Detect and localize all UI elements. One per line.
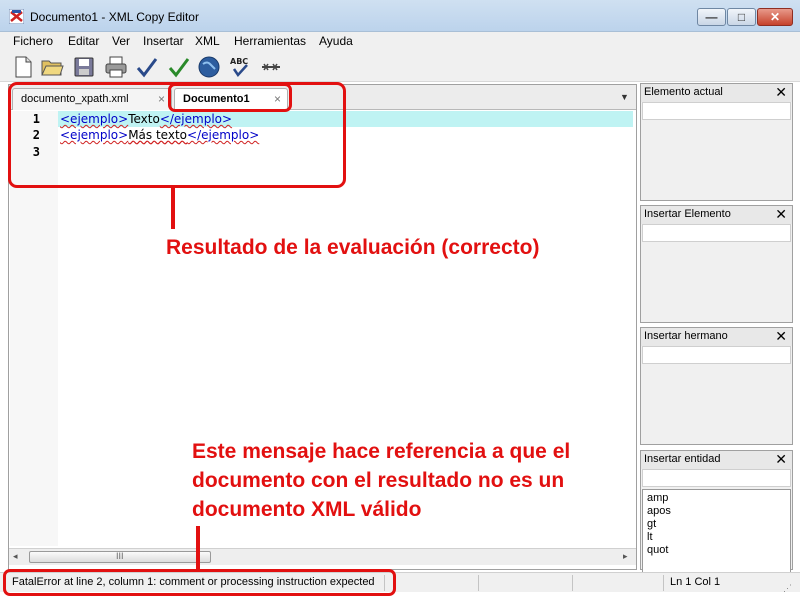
- panel-header: Elemento actual ✕: [641, 84, 792, 102]
- maximize-icon: □: [737, 10, 746, 24]
- annotation-line: documento XML válido: [192, 498, 422, 521]
- panel-title: Elemento actual: [644, 86, 723, 98]
- annotation-line: Este mensaje hace referencia a que el: [192, 440, 571, 463]
- save-icon[interactable]: [72, 55, 96, 79]
- validate-icon[interactable]: [167, 55, 191, 79]
- panel-field[interactable]: [642, 469, 791, 487]
- menu-insertar[interactable]: Insertar: [143, 34, 184, 48]
- window-title: Documento1 - XML Copy Editor: [30, 10, 199, 24]
- panel-title: Insertar Elemento: [644, 208, 731, 220]
- active-tab-highlight-box: [168, 83, 292, 112]
- panel-header: Insertar hermano ✕: [641, 328, 792, 346]
- panel-field[interactable]: [642, 224, 791, 242]
- minimize-button[interactable]: —: [697, 8, 726, 26]
- list-item[interactable]: lt: [647, 531, 653, 543]
- panel-field[interactable]: [642, 102, 791, 120]
- menu-editar[interactable]: Editar: [68, 34, 99, 48]
- browser-icon[interactable]: [197, 55, 221, 79]
- menu-ayuda[interactable]: Ayuda: [319, 34, 353, 48]
- menu-xml[interactable]: XML: [195, 34, 220, 48]
- panel-header: Insertar Elemento ✕: [641, 206, 792, 224]
- entity-list[interactable]: amp apos gt lt quot: [642, 489, 791, 581]
- status-divider: [572, 575, 573, 591]
- annotation-line: documento con el resultado no es un: [192, 469, 565, 492]
- app-icon: [8, 8, 25, 25]
- xpath-icon[interactable]: [259, 55, 283, 79]
- print-icon[interactable]: [104, 55, 128, 79]
- close-icon: ✕: [769, 10, 781, 24]
- tab-list-dropdown-icon[interactable]: ▼: [620, 92, 629, 102]
- horizontal-scrollbar[interactable]: ◂ III ▸: [9, 548, 636, 565]
- status-divider: [663, 575, 664, 591]
- open-folder-icon[interactable]: [40, 55, 64, 79]
- scroll-right-icon[interactable]: ▸: [623, 551, 628, 562]
- list-item[interactable]: gt: [647, 518, 656, 530]
- panel-insertar-hermano: Insertar hermano ✕: [640, 327, 793, 445]
- panel-insertar-entidad: Insertar entidad ✕ amp apos gt lt quot: [640, 450, 793, 581]
- annotation-connector: [171, 187, 175, 229]
- menu-bar: Fichero Editar Ver Insertar XML Herramie…: [0, 32, 800, 52]
- menu-ver[interactable]: Ver: [112, 34, 130, 48]
- scroll-left-icon[interactable]: ◂: [13, 551, 18, 562]
- minimize-icon: —: [705, 10, 718, 24]
- scrollbar-thumb[interactable]: III: [29, 551, 211, 563]
- menu-fichero[interactable]: Fichero: [13, 34, 53, 48]
- new-document-icon[interactable]: [11, 55, 35, 79]
- close-icon[interactable]: ✕: [775, 451, 787, 468]
- close-icon[interactable]: ✕: [775, 84, 787, 101]
- error-annotation: Este mensaje hace referencia a que el do…: [192, 437, 570, 524]
- list-item[interactable]: apos: [647, 505, 671, 517]
- svg-text:ABC: ABC: [230, 57, 248, 66]
- annotation-connector: [196, 526, 200, 570]
- panel-elemento-actual: Elemento actual ✕: [640, 83, 793, 201]
- maximize-button[interactable]: □: [727, 8, 756, 26]
- spellcheck-icon[interactable]: ABC: [228, 55, 252, 79]
- panel-title: Insertar entidad: [644, 453, 721, 465]
- close-icon[interactable]: ✕: [775, 206, 787, 223]
- panel-title: Insertar hermano: [644, 330, 728, 342]
- result-annotation: Resultado de la evaluación (correcto): [166, 236, 540, 259]
- grip-icon: III: [116, 551, 124, 561]
- close-button[interactable]: ✕: [757, 8, 793, 26]
- status-divider: [478, 575, 479, 591]
- panel-header: Insertar entidad ✕: [641, 451, 792, 469]
- list-item[interactable]: amp: [647, 492, 668, 504]
- close-icon[interactable]: ✕: [775, 328, 787, 345]
- toolbar: ABC: [0, 52, 800, 82]
- status-highlight-box: [3, 569, 396, 596]
- menu-herramientas[interactable]: Herramientas: [234, 34, 306, 48]
- panel-insertar-elemento: Insertar Elemento ✕: [640, 205, 793, 323]
- cursor-position: Ln 1 Col 1: [670, 576, 721, 588]
- check-wellformed-icon[interactable]: [135, 55, 159, 79]
- resize-grip-icon[interactable]: ⋰: [783, 583, 792, 594]
- list-item[interactable]: quot: [647, 544, 668, 556]
- panel-field[interactable]: [642, 346, 791, 364]
- title-bar: Documento1 - XML Copy Editor — □ ✕: [0, 0, 800, 32]
